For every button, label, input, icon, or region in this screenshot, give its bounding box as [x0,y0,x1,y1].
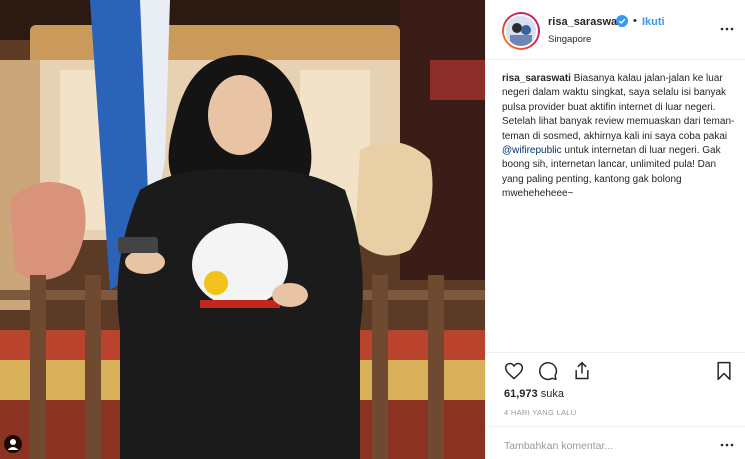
likes-label: suka [540,388,564,400]
comment-bubble-icon[interactable] [538,361,558,381]
avatar[interactable] [502,12,540,50]
avatar-image [506,16,536,46]
action-bar [486,352,745,382]
comment-input[interactable]: Tambahkan komentar... [504,440,613,452]
separator-dot: • [633,15,637,27]
follow-button[interactable]: Ikuti [642,16,665,28]
location-link[interactable]: Singapore [548,34,591,45]
bookmark-icon[interactable] [714,361,734,381]
post-header: risa_saraswati • Ikuti Singapore [486,0,745,60]
likes-number: 61,973 [504,388,538,400]
likes-count[interactable]: 61,973 suka [504,388,564,400]
username-link[interactable]: risa_saraswati [548,16,624,28]
more-options-icon[interactable] [720,22,734,36]
caption-username[interactable]: risa_saraswati [502,73,571,84]
more-options-icon[interactable] [720,442,734,448]
post-caption: risa_saraswati Biasanya kalau jalan-jala… [502,72,738,202]
share-icon[interactable] [572,361,592,381]
post-side-panel: risa_saraswati • Ikuti Singapore risa_sa… [485,0,745,459]
verified-badge-icon [616,15,628,27]
caption-mention-link[interactable]: @wifirepublic [502,145,562,156]
carousel-scene [0,0,485,459]
post-photo[interactable] [0,0,485,459]
person-icon [7,439,19,450]
comment-section: Tambahkan komentar... [486,426,745,459]
heart-icon[interactable] [504,361,524,381]
tagged-users-button[interactable] [4,435,22,453]
post-timestamp[interactable]: 4 HARI YANG LALU [504,408,576,417]
